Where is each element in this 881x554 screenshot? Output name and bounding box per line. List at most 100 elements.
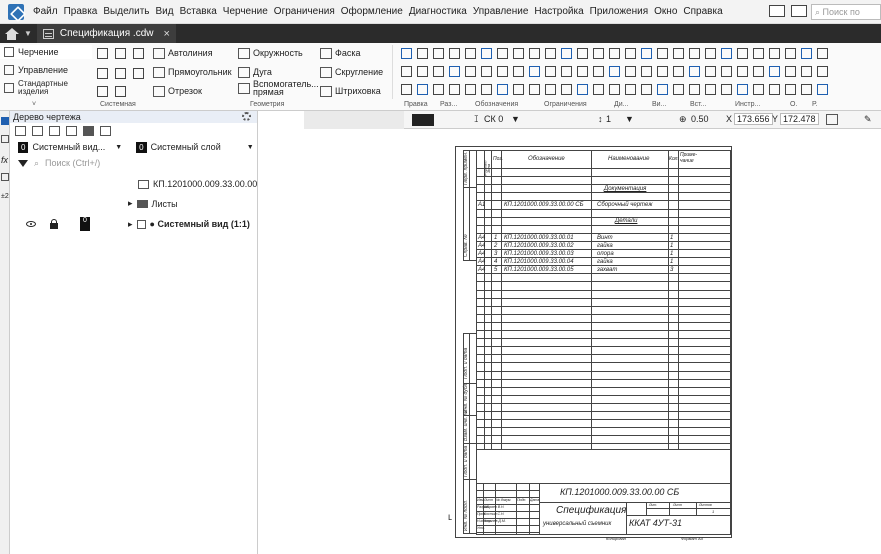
open-folder-icon[interactable] [114,47,126,59]
cross-hatch-icon[interactable] [720,83,732,95]
bisector-icon[interactable] [768,65,780,77]
menu-item[interactable]: Приложения [587,6,652,17]
spline-icon[interactable] [400,83,412,95]
menu-item[interactable]: Файл [30,6,61,17]
menu-item[interactable]: Выделить [100,6,152,17]
menu-item[interactable]: Черчение [220,6,271,17]
menu-item[interactable]: Справка [680,6,725,17]
eye-icon[interactable] [26,221,36,227]
text-icon[interactable] [784,83,796,95]
sheet-icon[interactable] [592,83,604,95]
layer-dropdown-caret-icon[interactable]: ▼ [511,114,520,124]
expand-caret-icon[interactable]: ▸ [128,198,133,209]
view-icon[interactable] [15,126,26,136]
grid-icon[interactable] [720,47,732,59]
perpendicular-icon[interactable] [432,83,444,95]
snap-grid-icon[interactable] [826,114,838,125]
scale-icon[interactable] [432,65,444,77]
polyline-icon[interactable] [816,65,828,77]
hatch-tool[interactable]: Штриховка [320,84,381,98]
dimension-icon[interactable] [480,65,492,77]
base-icon[interactable] [528,65,540,77]
text-icon[interactable] [448,65,460,77]
mode-drawing[interactable]: Черчение [0,45,92,59]
mirror-icon[interactable] [640,47,652,59]
properties-icon[interactable] [1,135,9,143]
spline-icon[interactable] [496,47,508,59]
equidistant-icon[interactable] [512,47,524,59]
macro-icon[interactable] [688,65,700,77]
rectangle-tool[interactable]: Прямоугольник [153,65,232,79]
filter-icon[interactable] [18,159,28,167]
insert-icon[interactable] [624,65,636,77]
roughness-icon[interactable] [512,65,524,77]
layer-icon[interactable] [32,126,43,136]
chamfer-tool[interactable]: Фаска [320,46,361,60]
menu-item[interactable]: Диагностика [406,6,470,17]
breakline-icon[interactable] [496,83,508,95]
mode-standard-parts[interactable]: Стандартные изделия [0,80,92,96]
lock-icon[interactable] [736,47,748,59]
close-tab-icon[interactable]: × [163,28,169,40]
gear-icon[interactable] [242,112,251,121]
panel-toggle-icon[interactable] [791,5,807,17]
pencil-icon[interactable]: ✎ [864,114,872,125]
fit-icon[interactable] [512,83,524,95]
angle-icon[interactable] [464,83,476,95]
settings-icon[interactable] [752,47,764,59]
tab-specification[interactable]: Спецификация .cdw × [36,24,176,43]
x-coordinate-field[interactable]: 173.656 [734,113,773,125]
line-style-icon[interactable] [49,126,60,136]
rotate-icon[interactable] [416,65,428,77]
move-icon[interactable] [736,83,748,95]
perpendicular-icon[interactable] [528,47,540,59]
measure-icon[interactable] [768,47,780,59]
fit-icon[interactable] [608,47,620,59]
breakline-icon[interactable] [592,47,604,59]
stamp-icon[interactable] [720,65,732,77]
tree-search-input[interactable]: ⌕ Поиск (Ctrl+/) [10,155,257,171]
menu-item[interactable]: Вид [153,6,177,17]
structure-icon[interactable] [66,126,77,136]
orthogonal-icon[interactable] [576,47,588,59]
mirror-icon[interactable] [544,83,556,95]
layers-icon[interactable] [1,173,9,181]
scale-icon[interactable] [768,83,780,95]
fragment-icon[interactable] [800,47,812,59]
circle-through-icon[interactable] [464,47,476,59]
grid-icon[interactable] [624,83,636,95]
insert-icon[interactable] [100,126,111,136]
measure-icon[interactable]: ±2 [1,193,9,201]
new-doc-icon[interactable] [96,47,108,59]
image-icon[interactable] [83,126,94,136]
offset-icon[interactable] [528,83,540,95]
variables-icon[interactable]: fx [1,155,9,165]
undo-icon[interactable] [96,85,108,97]
measure-icon[interactable] [672,83,684,95]
detail-icon[interactable] [608,65,620,77]
lock-icon[interactable] [50,218,58,229]
layer-icon[interactable] [704,65,716,77]
step-value[interactable]: 1 [606,114,611,124]
hatch-fill-icon[interactable] [800,83,812,95]
layer-select[interactable]: 0 Системный слой ▼ [136,141,254,153]
menu-item[interactable]: Ограничения [271,6,338,17]
bisector-icon[interactable] [432,47,444,59]
array-icon[interactable] [672,47,684,59]
preview-icon[interactable] [114,67,126,79]
table-icon[interactable] [704,47,716,59]
hatch-fill-icon[interactable] [464,65,476,77]
equidistant-icon[interactable] [416,83,428,95]
copy-icon[interactable] [132,67,144,79]
save-icon[interactable] [132,47,144,59]
dimension-icon[interactable] [816,83,828,95]
attach-icon[interactable] [656,65,668,77]
tangent-line-icon[interactable] [752,65,764,77]
collapse-caret-icon[interactable]: ˅ [32,101,36,108]
aux-line-tool[interactable]: Вспомогатель... прямая [238,80,319,97]
tangent-line-icon[interactable] [416,47,428,59]
layer-value[interactable]: СК 0 [484,114,503,124]
tree-view-row[interactable]: 0 ▸ ● Системный вид (1:1) [26,217,250,231]
settings-icon[interactable] [656,83,668,95]
tree-root-node[interactable]: КП.1201000.009.33.00.00 С [138,179,266,189]
